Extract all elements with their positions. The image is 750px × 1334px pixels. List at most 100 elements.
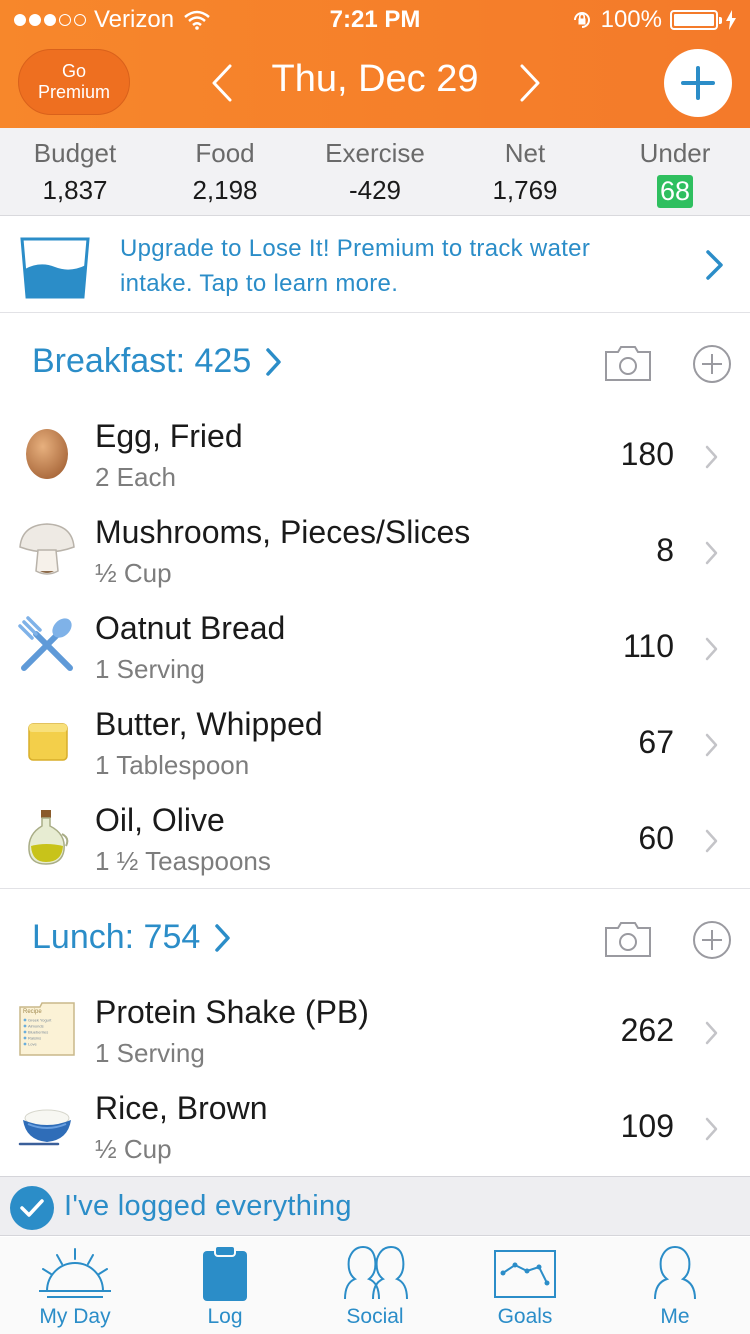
food-calories: 109 (620, 1108, 674, 1144)
tab-me[interactable]: Me (600, 1237, 750, 1334)
breakfast-header[interactable]: Breakfast: 425 (0, 314, 750, 410)
people-icon (344, 1245, 408, 1300)
summary-value: 2,198 (192, 175, 258, 205)
graph-icon (494, 1250, 556, 1298)
logged-everything-bar[interactable]: I've logged everything (0, 1176, 750, 1236)
chevron-right-icon (705, 1117, 718, 1141)
add-circle-icon[interactable] (692, 344, 732, 384)
fork-spoon-icon (18, 616, 76, 674)
recipe-card-line: Blueberries (28, 1030, 48, 1035)
summary-label: Budget (33, 138, 117, 168)
camera-icon[interactable] (604, 920, 652, 958)
summary-value: 1,769 (492, 175, 558, 205)
chevron-right-icon (705, 541, 718, 565)
lunch-title[interactable]: Lunch: 754 (32, 918, 232, 957)
rotation-lock-icon (573, 12, 590, 28)
chevron-right-icon (705, 733, 718, 757)
summary-value: -429 (348, 175, 402, 205)
food-portion: 2 Each (95, 462, 176, 492)
summary-exercise: Exercise -429 (300, 128, 450, 215)
summary-under: Under 68 (600, 128, 750, 215)
breakfast-title-text: Breakfast: 425 (32, 342, 252, 380)
summary-label: Exercise (325, 138, 425, 168)
food-calories: 8 (656, 532, 674, 568)
mushroom-icon (18, 520, 76, 578)
lunch-header[interactable]: Lunch: 754 (0, 890, 750, 986)
under-badge: 68 (656, 175, 694, 208)
food-calories: 262 (620, 1012, 674, 1048)
food-name: Mushrooms, Pieces/Slices (95, 514, 471, 550)
add-circle-icon[interactable] (692, 920, 732, 960)
recipe-card-icon: Recipe Greek Yogurt Almonds Blueberries … (18, 1000, 76, 1058)
go-premium-button[interactable]: Go Premium (18, 49, 130, 115)
tab-social[interactable]: Social (300, 1237, 450, 1334)
tab-label: Me (660, 1305, 690, 1328)
food-name: Oil, Olive (95, 802, 225, 838)
summary-food: Food 2,198 (150, 128, 300, 215)
tab-goals[interactable]: Goals (450, 1237, 600, 1334)
add-food-button[interactable] (664, 49, 732, 117)
food-row[interactable]: Egg, Fried 2 Each 180 (0, 406, 750, 502)
lunch-title-text: Lunch: 754 (32, 918, 201, 956)
tab-my-day[interactable]: My Day (0, 1237, 150, 1334)
plus-icon (681, 66, 715, 100)
food-row[interactable]: Butter, Whipped 1 Tablespoon 67 (0, 694, 750, 790)
tab-label: My Day (39, 1305, 111, 1328)
food-row[interactable]: Oil, Olive 1 ½ Teaspoons 60 (0, 790, 750, 886)
sunrise-icon (39, 1248, 111, 1298)
food-row[interactable]: Rice, Brown ½ Cup 109 (0, 1078, 750, 1174)
water-banner-text: Upgrade to Lose It! Premium to track wat… (120, 235, 591, 297)
food-portion: 1 Tablespoon (95, 750, 250, 780)
food-calories: 60 (638, 820, 674, 856)
food-portion: ½ Cup (95, 558, 172, 588)
summary-label: Food (195, 138, 255, 168)
summary-budget: Budget 1,837 (0, 128, 150, 215)
clipboard-icon (203, 1245, 247, 1301)
app-header: Verizon 7:21 PM 100% Go Premium Thu, Dec… (0, 0, 750, 128)
food-name: Rice, Brown (95, 1090, 268, 1126)
recipe-card-line: Almonds (28, 1024, 44, 1029)
summary-net: Net 1,769 (450, 128, 600, 215)
calorie-summary[interactable]: Budget 1,837 Food 2,198 Exercise -429 Ne… (0, 128, 750, 216)
summary-value: 68 (600, 175, 750, 208)
food-name: Butter, Whipped (95, 706, 323, 742)
food-portion: 1 Serving (95, 654, 205, 684)
water-glass-icon (20, 237, 90, 299)
chevron-right-icon (706, 250, 723, 280)
chevron-right-icon (705, 829, 718, 853)
status-right: 100% (571, 6, 736, 34)
food-portion: 1 ½ Teaspoons (95, 846, 271, 876)
food-calories: 110 (622, 628, 674, 664)
breakfast-title[interactable]: Breakfast: 425 (32, 342, 283, 381)
battery-icon (670, 10, 722, 30)
status-bar: Verizon 7:21 PM 100% (0, 0, 750, 40)
food-row[interactable]: Mushrooms, Pieces/Slices ½ Cup 8 (0, 502, 750, 598)
tab-label: Goals (497, 1305, 553, 1328)
checkmark-circle-icon[interactable] (10, 1186, 54, 1230)
food-name: Protein Shake (PB) (95, 994, 369, 1030)
previous-day-arrow-icon[interactable] (202, 58, 242, 108)
person-icon (654, 1245, 696, 1300)
food-row[interactable]: Recipe Greek Yogurt Almonds Blueberries … (0, 982, 750, 1078)
recipe-card-line: Love (28, 1042, 37, 1047)
battery-percent: 100% (600, 6, 662, 33)
water-upgrade-banner[interactable]: Upgrade to Lose It! Premium to track wat… (0, 217, 750, 313)
date-title[interactable]: Thu, Dec 29 (252, 58, 498, 101)
food-calories: 67 (638, 724, 674, 760)
food-portion: ½ Cup (95, 1134, 172, 1164)
butter-icon (18, 712, 76, 770)
camera-icon[interactable] (604, 344, 652, 382)
chevron-right-icon (705, 445, 718, 469)
tab-bar: My Day Log Social Goals Me (0, 1237, 750, 1334)
tab-label: Social (346, 1305, 404, 1328)
recipe-card-line: Greek Yogurt (28, 1018, 52, 1023)
charging-bolt-icon (726, 10, 736, 30)
food-portion: 1 Serving (95, 1038, 205, 1068)
section-divider (0, 888, 750, 889)
recipe-card-title: Recipe (23, 1009, 42, 1015)
next-day-arrow-icon[interactable] (510, 58, 550, 108)
recipe-card-line: Raisins (28, 1036, 41, 1041)
logged-everything-label: I've logged everything (64, 1190, 352, 1222)
food-row[interactable]: Oatnut Bread 1 Serving 110 (0, 598, 750, 694)
tab-log[interactable]: Log (150, 1237, 300, 1334)
